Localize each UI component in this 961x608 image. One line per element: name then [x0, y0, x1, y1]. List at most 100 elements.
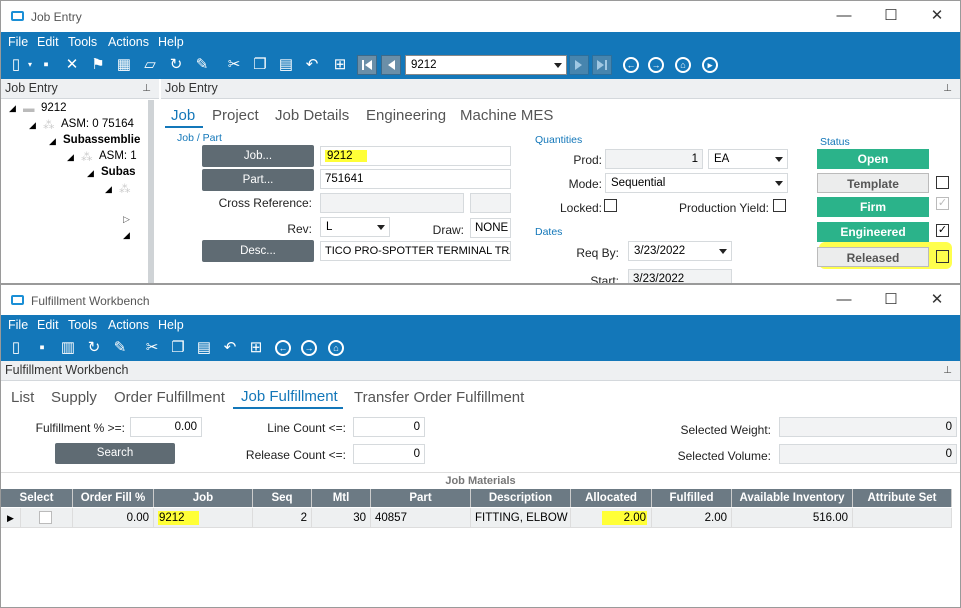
- description-field[interactable]: TICO PRO-SPOTTER TERMINAL TRA: [320, 241, 511, 261]
- back-icon[interactable]: ←: [623, 57, 639, 73]
- back-icon[interactable]: ←: [275, 340, 291, 356]
- status-firm-button[interactable]: Firm: [817, 197, 929, 217]
- column-header[interactable]: Seq: [253, 489, 312, 507]
- engineered-checkbox-checked[interactable]: ✓: [936, 224, 949, 237]
- search-button[interactable]: Search: [55, 443, 175, 464]
- tab-job-details[interactable]: Job Details: [275, 107, 349, 124]
- locked-checkbox[interactable]: [604, 199, 617, 212]
- cross-reference-extra-field[interactable]: [470, 193, 511, 213]
- collapse-icon[interactable]: ◢: [49, 136, 56, 147]
- select-checkbox[interactable]: [39, 511, 52, 524]
- cross-reference-field[interactable]: [320, 193, 464, 213]
- maximize-button[interactable]: ☐: [868, 5, 914, 27]
- refresh-icon[interactable]: ↻: [85, 339, 103, 357]
- firm-checkbox-checked[interactable]: ✓: [936, 197, 949, 210]
- search-icon[interactable]: ⊞: [331, 56, 349, 74]
- menu-file[interactable]: File: [8, 318, 28, 332]
- undo-icon[interactable]: ↶: [303, 56, 321, 74]
- mode-combo[interactable]: Sequential: [605, 173, 788, 193]
- minimize-button[interactable]: —: [821, 5, 867, 27]
- minimize-button[interactable]: —: [821, 289, 867, 311]
- desc-button[interactable]: Desc...: [202, 240, 314, 262]
- cut-icon[interactable]: ✂: [143, 339, 161, 357]
- selected-weight-field[interactable]: 0: [779, 417, 957, 437]
- prod-quantity-field[interactable]: 1: [605, 149, 703, 169]
- copy-icon[interactable]: ❐: [251, 56, 269, 74]
- column-header[interactable]: Job: [154, 489, 253, 507]
- tab-project[interactable]: Project: [212, 107, 259, 124]
- search-icon[interactable]: ⊞: [247, 339, 265, 357]
- status-engineered-button[interactable]: Engineered: [817, 222, 929, 242]
- menu-help[interactable]: Help: [158, 35, 184, 49]
- pin-icon[interactable]: ⊥: [943, 83, 952, 94]
- forward-icon[interactable]: →: [648, 57, 664, 73]
- new-icon[interactable]: ▯: [7, 339, 25, 357]
- release-count-field[interactable]: 0: [353, 444, 425, 464]
- status-template-button[interactable]: Template: [817, 173, 929, 193]
- uom-combo[interactable]: EA: [708, 149, 788, 169]
- menu-tools[interactable]: Tools: [68, 35, 97, 49]
- part-button[interactable]: Part...: [202, 169, 314, 191]
- grid-icon[interactable]: ▦: [115, 56, 133, 74]
- menu-actions[interactable]: Actions: [108, 35, 149, 49]
- clear-icon[interactable]: ✎: [193, 56, 211, 74]
- dropdown-arrow-icon[interactable]: [719, 249, 727, 254]
- forward-icon[interactable]: →: [301, 340, 317, 356]
- select-cell[interactable]: [21, 508, 73, 528]
- menu-help[interactable]: Help: [158, 318, 184, 332]
- start-date-field[interactable]: 3/23/2022: [628, 269, 732, 283]
- column-header[interactable]: Available Inventory: [732, 489, 853, 507]
- line-count-field[interactable]: 0: [353, 417, 425, 437]
- close-button[interactable]: ✕: [914, 5, 960, 27]
- pin-icon[interactable]: ⊥: [943, 365, 952, 376]
- collapse-icon[interactable]: ◢: [29, 120, 36, 131]
- column-header[interactable]: Attribute Set: [853, 489, 952, 507]
- tree-node-asm0[interactable]: ASM: 0 75164: [61, 118, 134, 130]
- collapse-icon[interactable]: ◢: [87, 168, 94, 179]
- column-header[interactable]: Allocated: [571, 489, 652, 507]
- next-record-button[interactable]: [569, 55, 589, 75]
- collapse-icon[interactable]: ◢: [105, 184, 112, 195]
- close-button[interactable]: ✕: [914, 289, 960, 311]
- column-header[interactable]: Mtl: [312, 489, 371, 507]
- tree-node-subas[interactable]: Subas: [101, 166, 136, 178]
- draw-field[interactable]: NONE: [470, 218, 511, 238]
- record-navigation-combo[interactable]: 9212: [405, 55, 567, 75]
- selected-volume-field[interactable]: 0: [779, 444, 957, 464]
- refresh-icon[interactable]: ↻: [167, 56, 185, 74]
- job-button[interactable]: Job...: [202, 145, 314, 167]
- collapse-icon[interactable]: ◢: [123, 230, 130, 241]
- rev-combo[interactable]: L: [320, 217, 390, 237]
- dropdown-arrow-icon[interactable]: [775, 157, 783, 162]
- home-icon[interactable]: ⌂: [675, 57, 691, 73]
- tree-node-subassemblies[interactable]: Subassemblie: [63, 134, 140, 146]
- tree-scrollbar[interactable]: [148, 100, 154, 283]
- production-yield-checkbox[interactable]: [773, 199, 786, 212]
- column-header[interactable]: Order Fill %: [73, 489, 154, 507]
- tab-supply[interactable]: Supply: [51, 389, 97, 406]
- menu-edit[interactable]: Edit: [37, 35, 59, 49]
- dropdown-arrow-icon[interactable]: [554, 63, 562, 68]
- last-record-button[interactable]: [592, 55, 612, 75]
- cut-icon[interactable]: ✂: [225, 56, 243, 74]
- column-header[interactable]: Part: [371, 489, 471, 507]
- play-icon[interactable]: ▸: [702, 57, 718, 73]
- save-icon[interactable]: ▪: [37, 56, 55, 74]
- paste-icon[interactable]: ▤: [195, 339, 213, 357]
- row-selector-icon[interactable]: ▶: [1, 508, 21, 528]
- tree-node-job[interactable]: 9212: [41, 102, 67, 114]
- maximize-button[interactable]: ☐: [868, 289, 914, 311]
- menu-actions[interactable]: Actions: [108, 318, 149, 332]
- released-checkbox[interactable]: [936, 250, 949, 263]
- dropdown-arrow-icon[interactable]: [377, 225, 385, 230]
- part-field[interactable]: 751641: [320, 169, 511, 189]
- collapse-icon[interactable]: ◢: [9, 103, 16, 114]
- home-icon[interactable]: ⌂: [328, 340, 344, 356]
- column-header[interactable]: Fulfilled: [652, 489, 732, 507]
- column-header[interactable]: Description: [471, 489, 571, 507]
- tab-list[interactable]: List: [11, 389, 34, 406]
- tree-node-asm1[interactable]: ASM: 1: [99, 150, 137, 162]
- attach-icon[interactable]: ⚑: [89, 56, 107, 74]
- collapse-icon[interactable]: ◢: [67, 152, 74, 163]
- tab-engineering[interactable]: Engineering: [366, 107, 446, 124]
